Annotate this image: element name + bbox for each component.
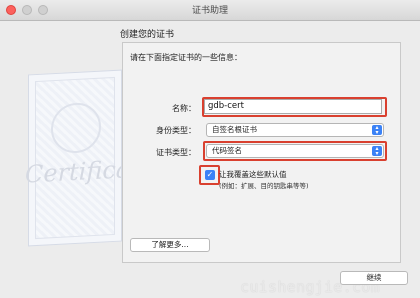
cert-type-highlight (203, 141, 387, 161)
title-bar: 证书助理 (0, 0, 420, 21)
select-arrows-icon: ▴ ▾ (372, 125, 382, 136)
page-heading: 创建您的证书 (120, 30, 175, 40)
name-label: 名称： (172, 104, 196, 113)
intro-text: 请在下面指定证书的一些信息： (130, 53, 242, 62)
override-label: 让我覆盖这些默认值 (219, 170, 287, 179)
identity-type-value: 自签名根证书 (212, 125, 257, 134)
certificate-illustration: Certificate (25, 69, 154, 247)
learn-more-button[interactable]: 了解更多... (130, 238, 210, 252)
continue-button[interactable]: 继续 (340, 271, 408, 285)
cert-type-label: 证书类型： (156, 148, 196, 157)
name-highlight (202, 97, 387, 117)
identity-type-label: 身份类型： (156, 126, 196, 135)
window-title: 证书助理 (191, 6, 228, 16)
identity-type-select[interactable]: 自签名根证书 ▴ ▾ (206, 123, 384, 137)
checkbox-highlight (199, 165, 220, 185)
certificate-assistant-window: 证书助理 Certificate 创建您的证书 请在下面指定证书的一些信息： 名… (0, 0, 420, 298)
override-sublabel: (例如：扩展、目的钥匙串等等) (219, 182, 309, 190)
